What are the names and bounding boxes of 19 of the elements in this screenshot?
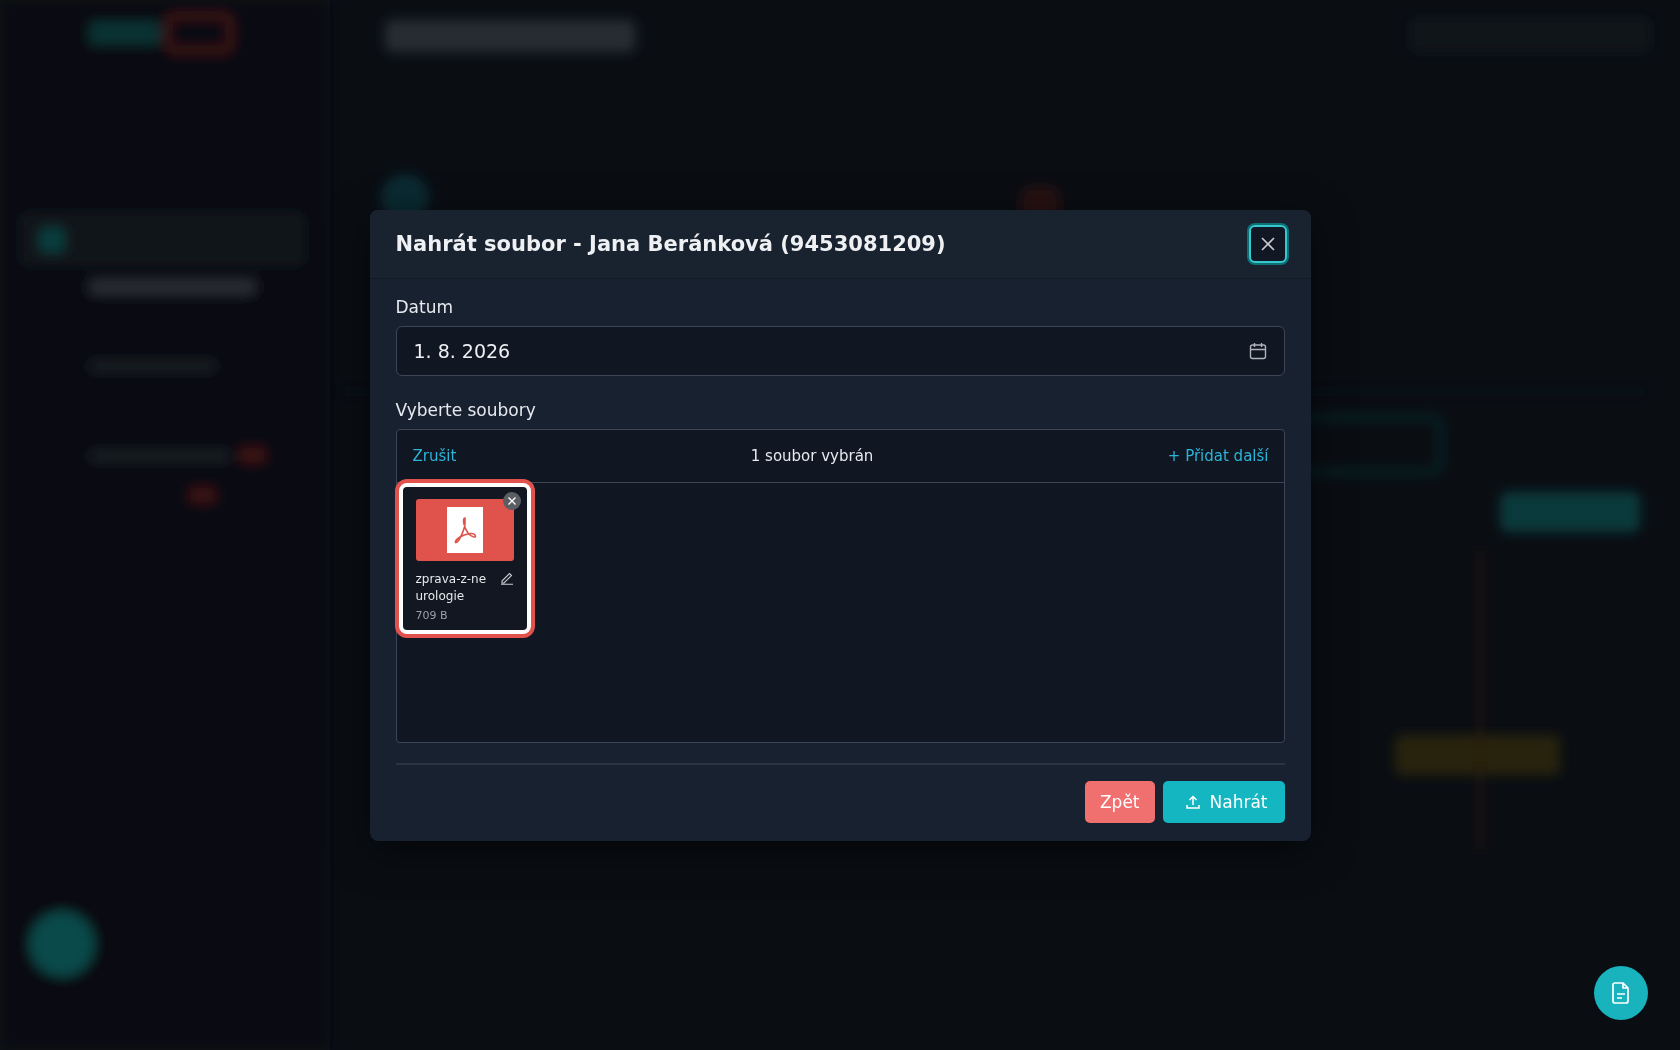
calendar-icon[interactable] — [1247, 340, 1268, 361]
close-icon — [506, 495, 517, 506]
cancel-link[interactable]: Zrušit — [412, 446, 457, 465]
field-label: Datum — [395, 296, 454, 317]
file-name: zprava-z-neurologie — [415, 570, 488, 605]
pencil-icon[interactable] — [499, 570, 514, 585]
add-more-link[interactable]: + Přidat další — [1167, 446, 1269, 465]
close-icon — [1259, 235, 1276, 252]
date-field[interactable]: 1. 8. 2026 — [395, 325, 1285, 376]
remove-file-button[interactable] — [502, 491, 521, 510]
dialog-title: Nahrát soubor - Jana Beránková (9453081209) — [395, 231, 946, 256]
upload-icon — [1184, 793, 1201, 810]
pdf-document-icon — [446, 506, 483, 553]
close-button[interactable] — [1248, 224, 1287, 263]
field-label: Vyberte soubory — [395, 399, 537, 420]
selection-status: 1 soubor vybrán — [750, 446, 874, 465]
file-dropzone[interactable]: Zrušit 1 soubor vybrán + Přidat další zprava-z-neurologie 709 B — [395, 428, 1285, 743]
file-size: 709 B — [415, 608, 449, 622]
document-button[interactable] — [1594, 966, 1648, 1020]
